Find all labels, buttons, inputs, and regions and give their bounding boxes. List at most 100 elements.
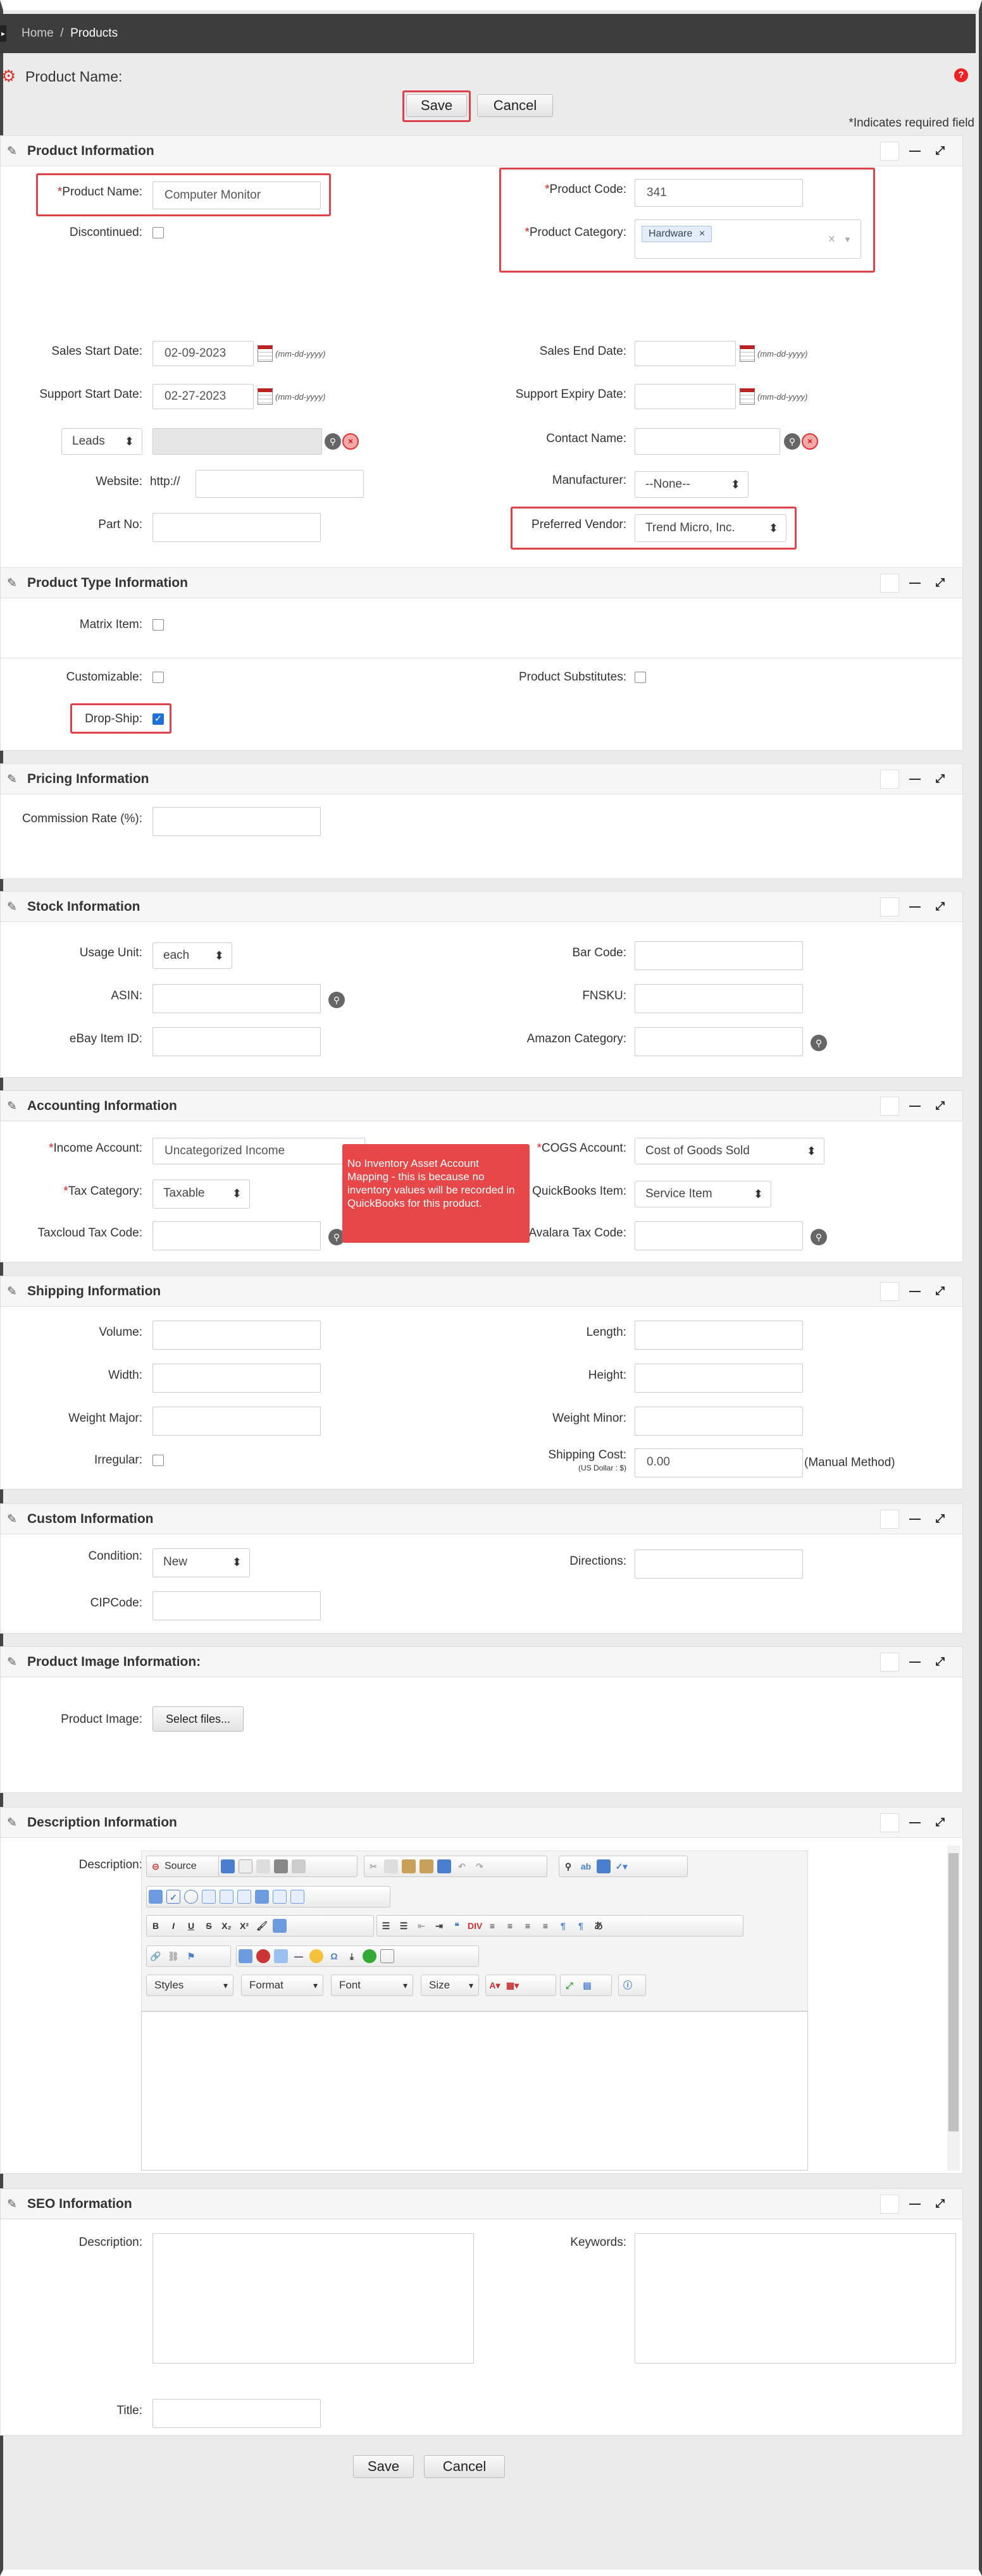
format-dropdown[interactable]: Format [241,1975,323,1996]
button-icon[interactable] [255,1890,269,1904]
hidden-field-icon[interactable] [290,1890,304,1904]
calendar-icon[interactable] [740,388,755,405]
product-name-input[interactable]: Computer Monitor [152,182,321,209]
seo-title-input[interactable] [152,2399,321,2428]
taxcloud-input[interactable] [152,1221,321,1250]
ltr-icon[interactable]: ¶ [556,1919,570,1933]
breadcrumb-home[interactable]: Home [22,27,54,40]
product-category-select[interactable]: Hardware × × ▼ [635,219,861,259]
info-icon[interactable]: ⓘ [621,1978,635,1992]
form-icon[interactable] [149,1890,163,1904]
checkbox-icon[interactable] [880,574,899,593]
copy-format-icon[interactable] [273,1919,287,1933]
discontinued-checkbox[interactable] [152,227,164,238]
save-icon[interactable] [221,1859,235,1873]
drop-ship-checkbox[interactable]: ✓ [152,713,164,725]
cancel-button-bottom[interactable]: Cancel [424,2455,505,2478]
sidebar-toggle-icon[interactable]: ▸ [0,25,6,42]
rtl-icon[interactable]: ¶ [574,1919,588,1933]
minimize-icon[interactable]: — [905,1653,924,1672]
textarea-icon[interactable] [220,1890,233,1904]
subscript-icon[interactable]: X₂ [220,1919,233,1933]
expand-icon[interactable]: ⤢ [931,142,950,161]
indent-icon[interactable]: ⇥ [432,1919,446,1933]
div-icon[interactable]: DIV [468,1919,482,1933]
cut-icon[interactable]: ✂ [366,1859,380,1873]
radio-icon[interactable] [184,1890,198,1904]
minimize-icon[interactable]: — [905,2195,924,2214]
checkbox-icon[interactable] [880,1653,899,1672]
expand-icon[interactable]: ⤢ [931,574,950,593]
size-dropdown[interactable]: Size [421,1975,479,1996]
anchor-icon[interactable]: ⚑ [184,1949,198,1963]
expand-icon[interactable]: ⤢ [931,1282,950,1301]
smiley-icon[interactable] [309,1949,323,1963]
cancel-button[interactable]: Cancel [477,94,553,117]
expand-icon[interactable]: ⤢ [931,897,950,916]
outdent-icon[interactable]: ⇤ [414,1919,428,1933]
remove-tag-icon[interactable]: × [699,228,705,239]
special-char-icon[interactable]: Ω [327,1949,341,1963]
sales-end-input[interactable] [635,341,736,366]
clear-icon[interactable]: × [828,226,835,253]
support-expiry-input[interactable] [635,384,736,409]
minimize-icon[interactable]: — [905,1510,924,1529]
source-icon[interactable]: ⊝ [149,1859,163,1873]
save-button[interactable]: Save [406,94,467,117]
expand-icon[interactable]: ⤢ [931,770,950,789]
chevron-down-icon[interactable]: ▼ [843,226,852,253]
related-to-select[interactable]: Leads [61,428,142,455]
directions-input[interactable] [635,1550,803,1579]
replace-icon[interactable]: ab [579,1859,593,1873]
clear-icon[interactable]: × [342,433,359,450]
unlink-icon[interactable]: ⛓ [166,1949,180,1963]
scrollbar[interactable] [947,1846,960,2171]
checkbox-icon[interactable] [880,1510,899,1529]
select-icon[interactable] [237,1890,251,1904]
styles-dropdown[interactable]: Styles [146,1975,233,1996]
amazon-category-input[interactable] [635,1027,803,1056]
bullet-list-icon[interactable]: ☰ [397,1919,411,1933]
source-button[interactable]: Source [165,1861,197,1871]
checkbox-icon[interactable] [880,897,899,916]
redo-icon[interactable]: ↷ [473,1859,487,1873]
bold-icon[interactable]: B [149,1919,163,1933]
select-all-icon[interactable] [597,1859,611,1873]
expand-icon[interactable]: ⤢ [931,1097,950,1116]
bar-code-input[interactable] [635,941,803,970]
image-icon[interactable] [239,1949,252,1963]
font-dropdown[interactable]: Font [331,1975,413,1996]
checkbox-icon[interactable] [880,1282,899,1301]
product-code-input[interactable]: 341 [635,179,803,207]
search-icon[interactable]: ⚲ [811,1229,827,1245]
minimize-icon[interactable]: — [905,142,924,161]
expand-icon[interactable]: ⤢ [931,1653,950,1672]
manufacturer-select[interactable]: --None-- [635,471,749,498]
checkbox-icon[interactable] [880,1097,899,1116]
table-icon[interactable] [274,1949,288,1963]
blockquote-icon[interactable]: ❝ [450,1919,464,1933]
maximize-icon[interactable]: ⤢ [562,1978,576,1992]
superscript-icon[interactable]: X² [237,1919,251,1933]
minimize-icon[interactable]: — [905,574,924,593]
flash-icon[interactable] [256,1949,270,1963]
checkbox-icon[interactable] [880,2195,899,2214]
checkbox-icon[interactable]: ✓ [166,1890,180,1904]
expand-icon[interactable]: ⤢ [931,1510,950,1529]
minimize-icon[interactable]: — [905,897,924,916]
copy-icon[interactable] [384,1859,398,1873]
quickbooks-item-select[interactable]: Service Item [635,1181,771,1207]
matrix-item-checkbox[interactable] [152,619,164,631]
textfield-icon[interactable] [202,1890,216,1904]
search-icon[interactable]: ⚲ [325,433,341,450]
horizontal-line-icon[interactable]: ― [292,1949,306,1963]
part-no-input[interactable] [152,513,321,542]
italic-icon[interactable]: I [166,1919,180,1933]
irregular-checkbox[interactable] [152,1455,164,1466]
help-icon[interactable]: ? [954,68,968,82]
weight-major-input[interactable] [152,1407,321,1436]
sales-start-input[interactable]: 02-09-2023 [152,341,254,366]
avalara-input[interactable] [635,1221,803,1250]
expand-icon[interactable]: ⤢ [931,2195,950,2214]
commission-rate-input[interactable] [152,807,321,836]
